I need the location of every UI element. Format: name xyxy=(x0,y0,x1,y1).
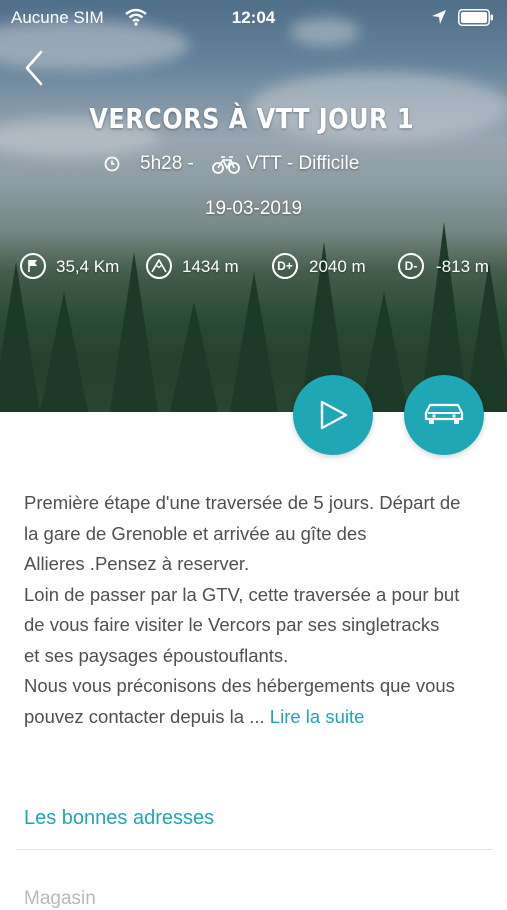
play-icon xyxy=(320,400,348,430)
route-description: Première étape d'une traversée de 5 jour… xyxy=(24,488,489,732)
description-line: Loin de passer par la GTV, cette travers… xyxy=(24,583,460,605)
directions-car-button[interactable] xyxy=(404,375,484,455)
back-button[interactable] xyxy=(21,48,51,88)
route-meta: 5h28 - VTT - Difficile xyxy=(0,151,507,179)
duration-label: 5h28 - xyxy=(140,153,194,174)
read-more-link[interactable]: Lire la suite xyxy=(270,706,365,727)
description-line: et ses paysages époustouflants. xyxy=(24,644,289,666)
play-button[interactable] xyxy=(293,375,373,455)
battery-icon xyxy=(458,9,494,26)
shop-section-item[interactable]: Magasin xyxy=(24,888,96,910)
description-line: de vous faire visiter le Vercors par ses… xyxy=(24,614,440,635)
clock-icon xyxy=(104,156,120,178)
description-line: Nous vous préconisons des hébergements q… xyxy=(24,671,489,702)
route-date: 19-03-2019 xyxy=(204,198,303,219)
good-addresses-link[interactable]: Les bonnes adresses xyxy=(24,807,214,830)
car-icon xyxy=(424,403,464,424)
distance-value: 35,4 Km xyxy=(56,257,120,276)
description-line: Allieres .Pensez à reserver. xyxy=(24,553,250,574)
flag-icon xyxy=(20,253,46,279)
description-last-line: pouvez contacter depuis la ... Lire la s… xyxy=(24,702,489,733)
elevation-gain-value: 2040 m xyxy=(309,257,366,276)
divider xyxy=(16,849,493,850)
status-bar: Aucune SIM 12:04 xyxy=(0,0,507,36)
description-line: Première étape d'une traversée de 5 jour… xyxy=(24,492,461,513)
mountain-icon xyxy=(146,253,172,279)
description-line-text: Nous vous préconisons des hébergements q… xyxy=(24,675,455,696)
location-arrow-icon xyxy=(431,9,447,30)
chevron-left-icon xyxy=(25,50,43,86)
elevation-gain-icon: D+ xyxy=(272,253,298,279)
altitude-value: 1434 m xyxy=(182,257,239,276)
bike-icon xyxy=(212,154,240,180)
elevation-loss-value: -813 m xyxy=(436,257,489,276)
route-title: VERCORS À VTT JOUR 1 xyxy=(89,102,414,135)
activity-label: VTT - Difficile xyxy=(246,153,360,174)
description-line-text: pouvez contacter depuis la ... xyxy=(24,705,270,727)
description-line: la gare de Grenoble et arrivée au gîte d… xyxy=(24,522,367,544)
elevation-loss-icon: D- xyxy=(398,253,424,279)
